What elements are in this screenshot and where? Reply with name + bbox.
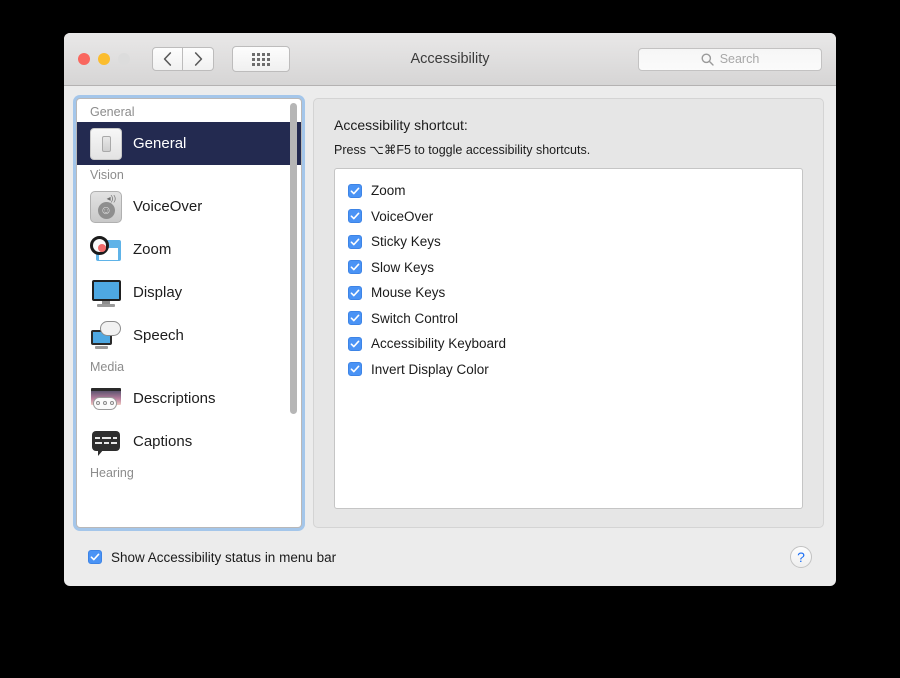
checkbox-checked-icon[interactable] bbox=[348, 285, 362, 300]
shortcut-option-zoom[interactable]: Zoom bbox=[335, 178, 802, 204]
shortcut-option-slow-keys[interactable]: Slow Keys bbox=[335, 255, 802, 281]
checkbox-checked-icon[interactable] bbox=[348, 362, 362, 377]
shortcut-option-accessibility-keyboard[interactable]: Accessibility Keyboard bbox=[335, 331, 802, 357]
sidebar-item-display[interactable]: Display bbox=[77, 271, 301, 314]
sidebar-item-voiceover[interactable]: ◂)) ☺ VoiceOver bbox=[77, 185, 301, 228]
sidebar-item-label: Display bbox=[133, 284, 183, 301]
shortcut-option-label: Slow Keys bbox=[371, 259, 435, 275]
sidebar-group-header-vision: Vision bbox=[90, 168, 124, 182]
checkbox-checked-icon[interactable] bbox=[348, 311, 362, 326]
close-window-button[interactable] bbox=[78, 53, 90, 65]
chevron-left-icon bbox=[163, 52, 172, 66]
shortcut-option-label: VoiceOver bbox=[371, 208, 434, 224]
sidebar-item-label: General bbox=[133, 135, 187, 152]
search-field[interactable]: Search bbox=[638, 47, 822, 71]
sidebar-group-header-general: General bbox=[90, 105, 135, 119]
captions-icon bbox=[90, 426, 122, 458]
checkbox-checked-icon[interactable] bbox=[348, 183, 362, 198]
navigation-buttons bbox=[152, 47, 214, 71]
window-titlebar: Accessibility Search bbox=[64, 33, 836, 86]
accessibility-features-sidebar: General General Vision ◂)) ☺ VoiceOver Z… bbox=[76, 98, 302, 528]
speech-bubble-icon bbox=[90, 320, 122, 352]
panel-title: Accessibility shortcut: bbox=[334, 117, 468, 133]
show-status-in-menu-bar-label: Show Accessibility status in menu bar bbox=[111, 549, 337, 565]
zoom-magnifier-icon bbox=[90, 234, 122, 266]
shortcut-option-label: Zoom bbox=[371, 183, 406, 199]
checkbox-checked-icon[interactable] bbox=[348, 209, 362, 224]
sidebar-item-label: Speech bbox=[133, 327, 184, 344]
accessibility-shortcut-panel: Accessibility shortcut: Press ⌥⌘F5 to to… bbox=[313, 98, 824, 528]
sidebar-list: General General Vision ◂)) ☺ VoiceOver Z… bbox=[77, 99, 301, 527]
shortcut-option-label: Invert Display Color bbox=[371, 361, 489, 377]
forward-button[interactable] bbox=[183, 47, 214, 71]
general-switch-icon bbox=[90, 127, 122, 160]
sidebar-item-label: VoiceOver bbox=[133, 198, 203, 215]
sidebar-item-label: Descriptions bbox=[133, 390, 216, 407]
shortcut-option-label: Sticky Keys bbox=[371, 234, 441, 250]
shortcut-option-mouse-keys[interactable]: Mouse Keys bbox=[335, 280, 802, 306]
sidebar-item-zoom[interactable]: Zoom bbox=[77, 228, 301, 271]
checkbox-checked-icon[interactable] bbox=[348, 234, 362, 249]
display-monitor-icon bbox=[90, 277, 122, 309]
sidebar-item-descriptions[interactable]: Descriptions bbox=[77, 377, 301, 420]
minimize-window-button[interactable] bbox=[98, 53, 110, 65]
sidebar-item-general[interactable]: General bbox=[77, 122, 301, 165]
show-all-button[interactable] bbox=[232, 46, 290, 72]
show-status-in-menu-bar-checkbox[interactable]: Show Accessibility status in menu bar bbox=[88, 550, 336, 565]
sidebar-group-header-media: Media bbox=[90, 360, 125, 374]
grid-dots-icon bbox=[252, 52, 270, 66]
descriptions-icon bbox=[90, 383, 122, 415]
shortcut-options-list: Zoom VoiceOver Sticky Keys Slow Keys Mou… bbox=[334, 168, 803, 509]
shortcut-option-label: Accessibility Keyboard bbox=[371, 336, 507, 352]
back-button[interactable] bbox=[152, 47, 183, 71]
shortcut-option-switch-control[interactable]: Switch Control bbox=[335, 306, 802, 332]
help-button[interactable]: ? bbox=[790, 546, 812, 568]
sidebar-group-header-hearing: Hearing bbox=[90, 466, 134, 480]
shortcut-option-invert-display-color[interactable]: Invert Display Color bbox=[335, 357, 802, 383]
sidebar-item-captions[interactable]: Captions bbox=[77, 420, 301, 463]
shortcut-option-label: Switch Control bbox=[371, 310, 459, 326]
window-footer: Show Accessibility status in menu bar ? bbox=[64, 528, 836, 586]
shortcut-option-voiceover[interactable]: VoiceOver bbox=[335, 204, 802, 230]
panel-subtitle: Press ⌥⌘F5 to toggle accessibility short… bbox=[334, 143, 591, 157]
sidebar-item-label: Zoom bbox=[133, 241, 172, 258]
zoom-window-button bbox=[118, 53, 130, 65]
chevron-right-icon bbox=[194, 52, 202, 66]
window-content: General General Vision ◂)) ☺ VoiceOver Z… bbox=[64, 86, 836, 528]
traffic-light-buttons bbox=[78, 53, 130, 65]
checkbox-checked-icon[interactable] bbox=[88, 550, 102, 564]
shortcut-option-sticky-keys[interactable]: Sticky Keys bbox=[335, 229, 802, 255]
sidebar-item-label: Captions bbox=[133, 433, 193, 450]
voiceover-icon: ◂)) ☺ bbox=[90, 190, 122, 223]
checkbox-checked-icon[interactable] bbox=[348, 336, 362, 351]
sidebar-item-speech[interactable]: Speech bbox=[77, 314, 301, 357]
sidebar-scrollbar[interactable] bbox=[289, 103, 298, 523]
search-icon bbox=[701, 53, 714, 66]
shortcut-option-label: Mouse Keys bbox=[371, 285, 446, 301]
accessibility-preferences-window: Accessibility Search General General Vis… bbox=[64, 33, 836, 586]
sidebar-scrollbar-thumb[interactable] bbox=[290, 103, 297, 414]
checkbox-checked-icon[interactable] bbox=[348, 260, 362, 275]
search-placeholder: Search bbox=[719, 52, 760, 66]
